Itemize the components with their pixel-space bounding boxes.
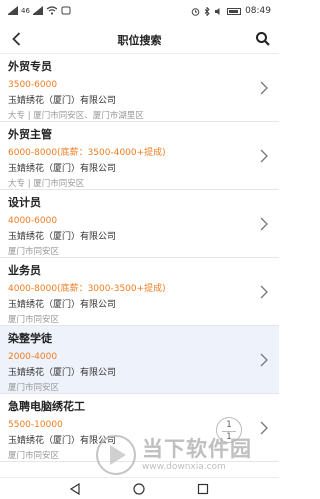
watermark-text: 当下软件园 www.downxia.com xyxy=(142,437,252,473)
job-title: 业务员 xyxy=(8,264,41,277)
watermark-name: 当下软件园 xyxy=(142,437,252,461)
job-list: 外贸专员 3500-6000 玉婧绣花（厦门）有限公司 大专 | 厦门市同安区、… xyxy=(0,54,279,462)
signal-icon xyxy=(8,5,18,15)
job-salary: 4000-6000 xyxy=(8,216,58,226)
job-title: 外贸主管 xyxy=(8,128,52,141)
silent-icon xyxy=(215,7,220,15)
nav-bar: 职位搜索 xyxy=(0,24,279,54)
job-company: 玉婧绣花（厦门）有限公司 xyxy=(8,232,117,242)
watermark: 当下软件园 www.downxia.com xyxy=(96,430,272,480)
job-company: 玉婧绣花（厦门）有限公司 xyxy=(8,96,117,106)
job-title: 设计员 xyxy=(8,196,41,209)
job-title: 急聘电脑绣花工 xyxy=(8,400,85,413)
chevron-right-icon xyxy=(260,149,268,162)
page-current: 1 xyxy=(226,420,232,430)
signal-icon-2 xyxy=(32,5,43,15)
chevron-right-icon xyxy=(260,217,268,230)
search-icon xyxy=(256,32,270,46)
job-meta: 大专 | 厦门市同安区、厦门市湖里区 xyxy=(8,111,144,121)
job-meta: 厦门市同安区 xyxy=(8,247,60,257)
bluetooth-icon xyxy=(204,6,210,16)
job-item[interactable]: 外贸主管 6000-8000(底薪：3500-4000+提成) 玉婧绣花（厦门）… xyxy=(0,122,279,190)
alarm-icon xyxy=(191,7,200,16)
job-meta: 厦门市同安区 xyxy=(8,383,60,393)
notification-icon xyxy=(61,6,71,15)
job-salary: 3500-6000 xyxy=(8,80,58,90)
status-time: 08:49 xyxy=(245,6,271,16)
job-item[interactable]: 外贸专员 3500-6000 玉婧绣花（厦门）有限公司 大专 | 厦门市同安区、… xyxy=(0,54,279,122)
battery-icon xyxy=(227,7,242,15)
job-item[interactable]: 设计员 4000-6000 玉婧绣花（厦门）有限公司 厦门市同安区 xyxy=(0,190,279,258)
nav-home-icon[interactable] xyxy=(132,482,146,496)
job-company: 玉婧绣花（厦门）有限公司 xyxy=(8,368,117,378)
status-right: 08:49 xyxy=(191,6,271,16)
job-salary: 4000-8000(底薪：3000-3500+提成) xyxy=(8,284,166,294)
chevron-right-icon xyxy=(260,285,268,298)
page-title: 职位搜索 xyxy=(117,34,162,47)
chevron-right-icon xyxy=(260,353,268,366)
job-meta: 厦门市同安区 xyxy=(8,315,60,325)
search-button[interactable] xyxy=(253,29,273,49)
watermark-url: www.downxia.com xyxy=(142,462,226,472)
job-salary: 6000-8000(底薪：3500-4000+提成) xyxy=(8,148,166,158)
network-type: 46 xyxy=(21,6,30,15)
job-salary: 2000-4000 xyxy=(8,352,58,362)
job-item[interactable]: 业务员 4000-8000(底薪：3000-3500+提成) 玉婧绣花（厦门）有… xyxy=(0,258,279,326)
job-company: 玉婧绣花（厦门）有限公司 xyxy=(8,300,117,310)
job-meta: 大专 | 厦门市同安区 xyxy=(8,179,85,189)
job-company: 玉婧绣花（厦门）有限公司 xyxy=(8,164,117,174)
job-title: 外贸专员 xyxy=(8,60,52,73)
status-left: 46 xyxy=(8,5,71,15)
chevron-right-icon xyxy=(260,81,268,94)
job-title: 染整学徒 xyxy=(8,332,52,345)
job-item[interactable]: 染整学徒 2000-4000 玉婧绣花（厦门）有限公司 厦门市同安区 xyxy=(0,326,279,394)
nav-recent-icon[interactable] xyxy=(196,482,210,496)
watermark-logo-icon xyxy=(96,435,136,475)
nav-back-icon[interactable] xyxy=(68,482,82,496)
status-bar: 46 08:49 xyxy=(0,0,279,24)
system-nav-bar xyxy=(0,477,279,499)
wifi-icon xyxy=(46,6,58,15)
